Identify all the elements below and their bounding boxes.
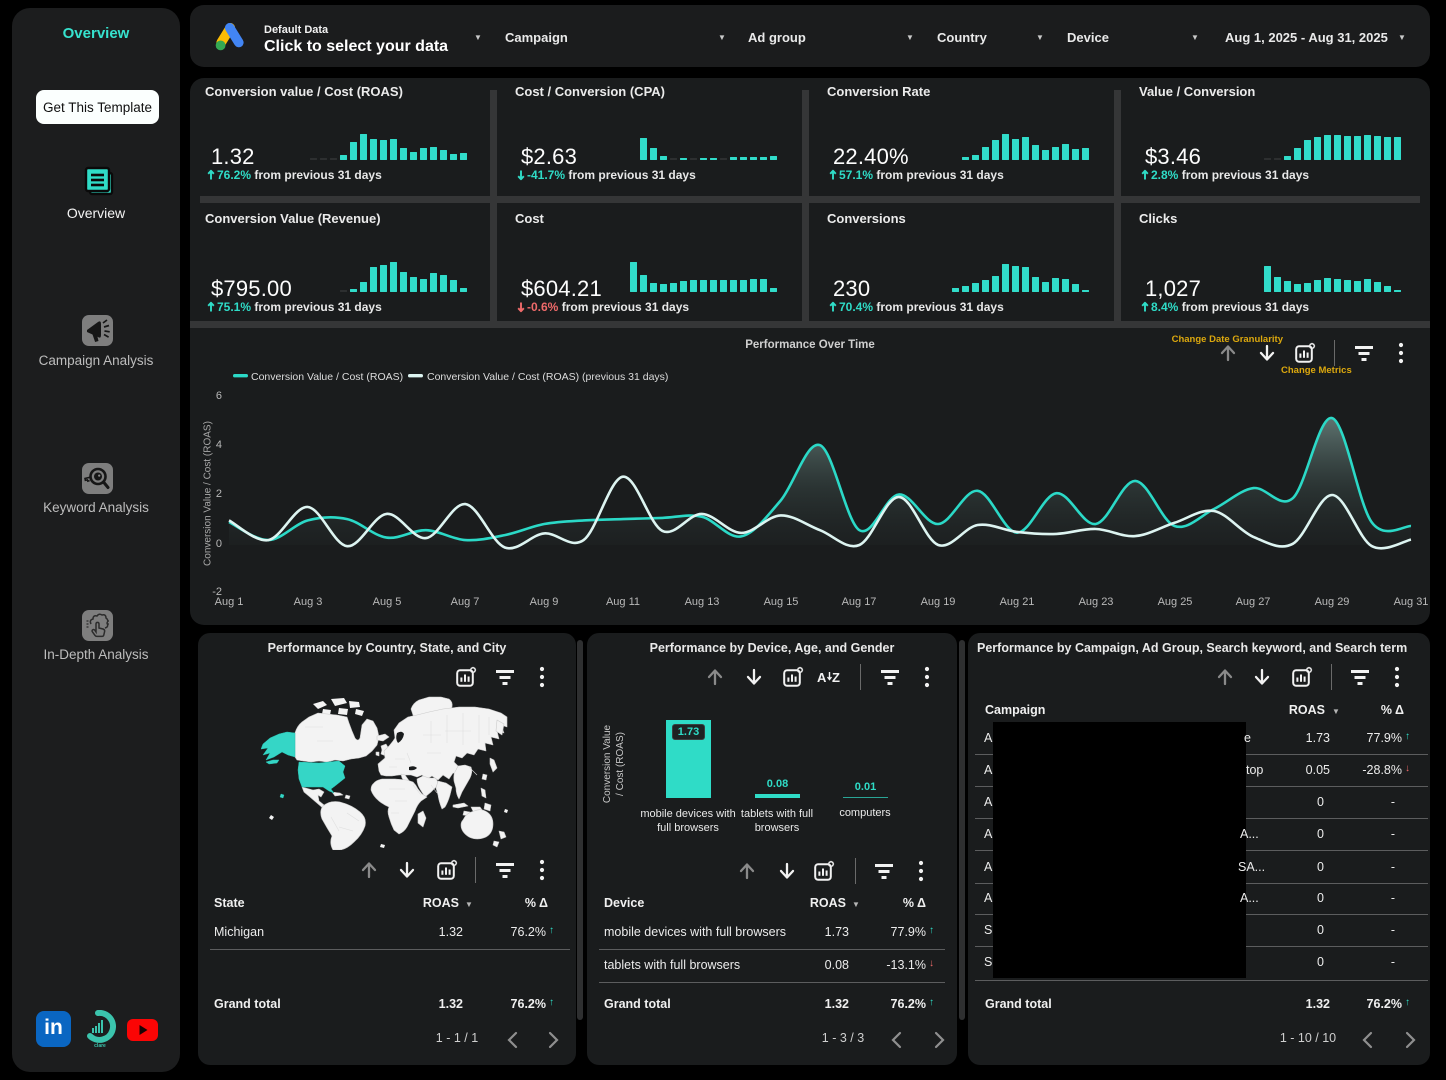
svg-text:clare: clare (94, 1043, 106, 1049)
svg-text:A: A (817, 670, 827, 685)
svg-text:Z: Z (832, 670, 840, 685)
